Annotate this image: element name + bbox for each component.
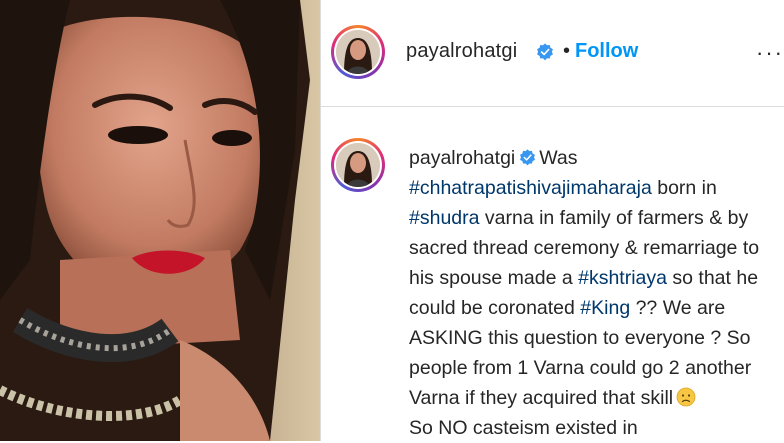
caption-segment: Was bbox=[539, 147, 578, 169]
caption-text: payalrohatgi Was #chhatrapatishivajimahara… bbox=[409, 143, 781, 443]
post-details-pane: payalrohatgi • Follow ··· payalrohatgi W… bbox=[321, 0, 784, 441]
profile-photo-icon bbox=[336, 30, 380, 74]
woman-portrait-image bbox=[0, 0, 320, 441]
post-header: payalrohatgi • Follow ··· bbox=[321, 0, 784, 106]
hashtag-link[interactable]: #shudra bbox=[409, 207, 479, 229]
header-divider bbox=[321, 106, 784, 107]
caption-segment: born in bbox=[651, 177, 717, 199]
hashtag-link[interactable]: #kshtriaya bbox=[578, 267, 667, 289]
post-photo[interactable] bbox=[0, 0, 320, 441]
follow-button[interactable]: Follow bbox=[575, 40, 638, 63]
avatar-image bbox=[336, 143, 380, 187]
separator-dot: • bbox=[563, 40, 571, 62]
more-options-icon[interactable]: ··· bbox=[756, 40, 784, 66]
caption-username[interactable]: payalrohatgi bbox=[409, 147, 515, 169]
caption-segment: So NO casteism existed in bbox=[409, 417, 638, 439]
hashtag-link[interactable]: #chhatrapatishivajimaharaja bbox=[409, 177, 652, 199]
post-author-username[interactable]: payalrohatgi bbox=[406, 40, 517, 63]
hashtag-link[interactable]: #King bbox=[580, 297, 630, 319]
worried-face-emoji-icon bbox=[676, 387, 696, 407]
profile-photo-icon bbox=[336, 143, 380, 187]
verified-badge-icon bbox=[537, 43, 553, 61]
avatar-image bbox=[336, 30, 380, 74]
comment-avatar[interactable] bbox=[331, 138, 385, 192]
verified-badge-icon bbox=[520, 149, 536, 166]
avatar[interactable] bbox=[331, 25, 385, 79]
